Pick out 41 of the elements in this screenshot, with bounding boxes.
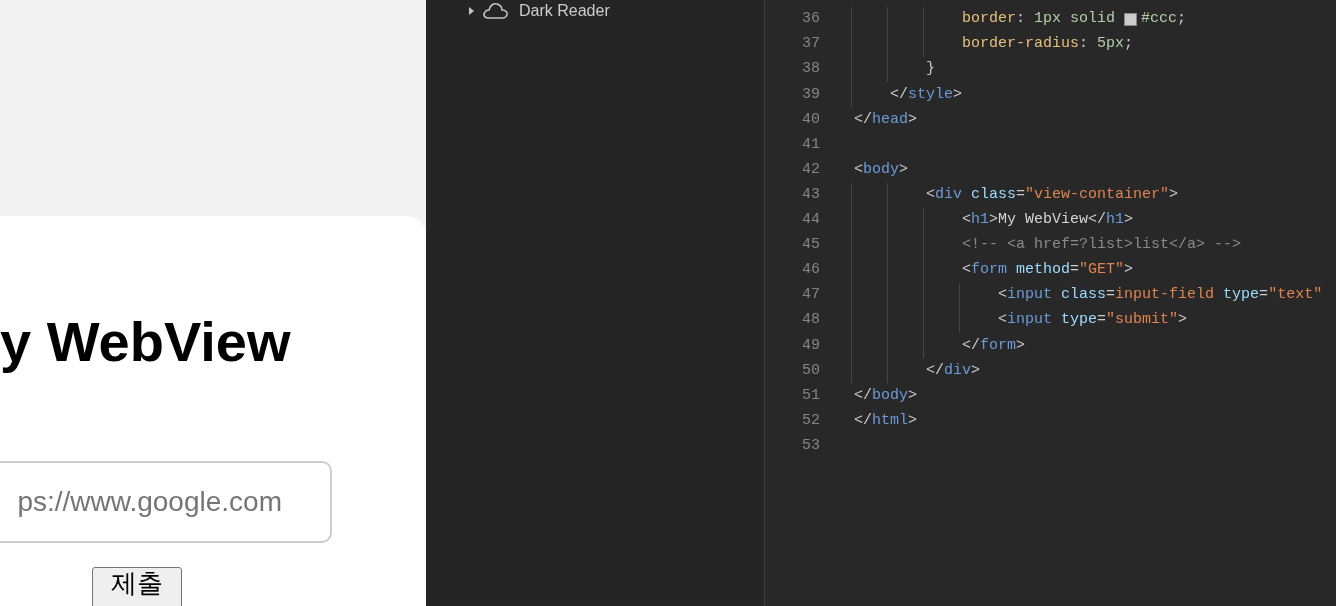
code-text: </style> (890, 84, 963, 105)
url-input-field[interactable]: ps://www.google.com (0, 461, 332, 543)
line-number: 50 (801, 360, 820, 381)
code-text: <body> (854, 159, 909, 180)
line-number: 47 (801, 285, 820, 306)
code-text: } (926, 59, 935, 80)
code-text: </head> (854, 109, 918, 130)
code-text: <form method="GET"> (962, 260, 1134, 281)
code-text: </form> (962, 335, 1026, 356)
code-text: border: 1px solid (962, 9, 1117, 30)
line-number: 53 (801, 435, 820, 456)
code-text: <input type="submit"> (998, 310, 1188, 331)
line-number: 49 (801, 335, 820, 356)
line-number: 38 (801, 59, 820, 80)
line-number: 43 (801, 184, 820, 205)
chevron-right-icon[interactable] (466, 6, 476, 16)
code-text: <div class="view-container"> (926, 184, 1179, 205)
submit-button[interactable]: 제출 (92, 567, 182, 606)
line-number: 40 (801, 109, 820, 130)
code-text: </html> (854, 410, 918, 431)
color-swatch-icon[interactable] (1124, 13, 1138, 27)
code-text: <!-- <a href=?list>list</a> --> (962, 235, 1242, 256)
line-number: 51 (801, 385, 820, 406)
code-text: </div> (926, 360, 981, 381)
code-text: <input class=input-field type="text" (998, 285, 1323, 306)
code-text: <h1>My WebView</h1> (962, 210, 1134, 231)
line-number: 48 (801, 310, 820, 331)
line-number: 41 (801, 134, 820, 155)
tree-item-label[interactable]: Dark Reader (519, 0, 610, 23)
line-number: 39 (801, 84, 820, 105)
line-number: 45 (801, 235, 820, 256)
code-text: #ccc; (1141, 9, 1187, 30)
code-text: border-radius: 5px; (962, 34, 1134, 55)
cloud-icon (482, 2, 509, 20)
line-number: 36 (801, 9, 820, 30)
code-text: </body> (854, 385, 918, 406)
line-number: 37 (801, 34, 820, 55)
line-number: 44 (801, 210, 820, 231)
line-number: 52 (801, 410, 820, 431)
line-number: 46 (801, 260, 820, 281)
line-number: 42 (801, 159, 820, 180)
